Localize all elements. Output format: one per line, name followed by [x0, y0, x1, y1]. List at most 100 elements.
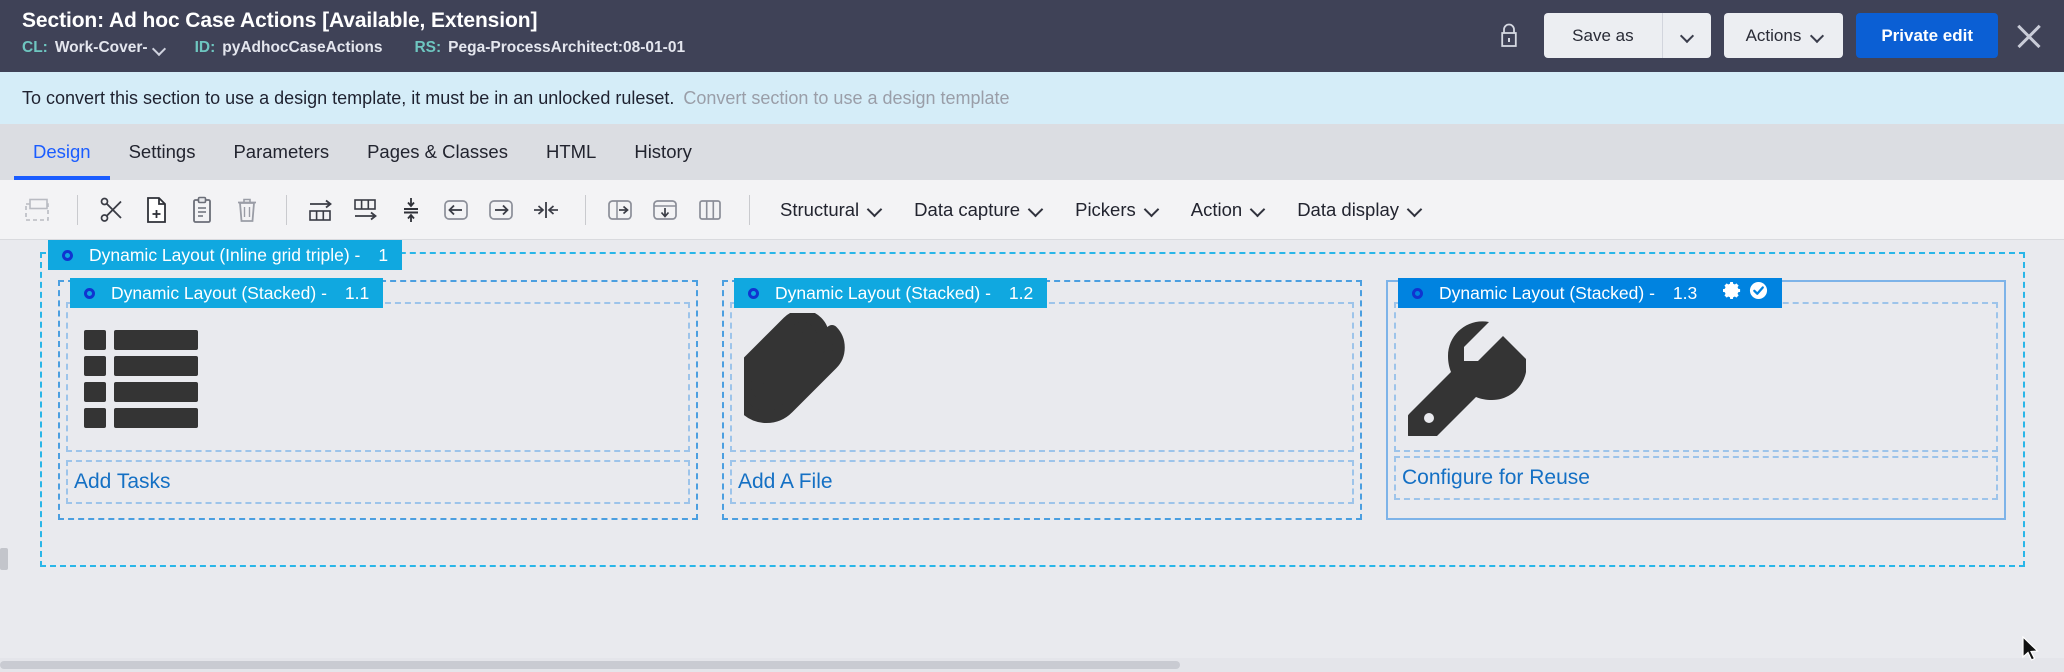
layout-1-1-number: 1.1 — [344, 282, 370, 303]
insert-row-after-icon[interactable] — [301, 190, 341, 230]
move-left-icon[interactable] — [436, 190, 476, 230]
actions-button[interactable]: Actions — [1723, 13, 1844, 58]
gear-icon[interactable] — [1723, 281, 1742, 305]
merge-cells-icon[interactable] — [526, 190, 566, 230]
layout-header-1-2[interactable]: Dynamic Layout (Stacked) - 1.2 — [734, 278, 1048, 308]
tab-settings[interactable]: Settings — [110, 124, 215, 180]
add-a-file-link[interactable]: Add A File — [738, 470, 833, 494]
chevron-down-icon — [1030, 206, 1043, 214]
split-columns-icon[interactable] — [690, 190, 730, 230]
chevron-down-icon — [1681, 32, 1693, 39]
layout-1-3-icon-cell[interactable] — [1394, 302, 1998, 452]
tab-history[interactable]: History — [615, 124, 711, 180]
layout-1-3-link-cell[interactable]: Configure for Reuse — [1394, 456, 1998, 500]
tab-parameters[interactable]: Parameters — [214, 124, 348, 180]
configure-for-reuse-link[interactable]: Configure for Reuse — [1402, 466, 1590, 490]
layout-header-1-1[interactable]: Dynamic Layout (Stacked) - 1.1 — [70, 278, 384, 308]
ruleset-value: Pega-ProcessArchitect:08-01-01 — [448, 39, 686, 56]
select-all-icon[interactable] — [18, 190, 58, 230]
save-as-split-button: Save as — [1544, 13, 1711, 58]
layout-stacked-1-3[interactable]: Configure for Reuse — [1386, 280, 2006, 520]
paperclip-icon — [730, 309, 862, 442]
layout-1-label: Dynamic Layout (Inline grid triple) - — [89, 244, 361, 265]
layout-1-1-icon-cell[interactable] — [66, 302, 690, 452]
layout-1-2-number: 1.2 — [1008, 282, 1034, 303]
layout-1-3-number: 1.3 — [1672, 282, 1698, 303]
copy-new-icon[interactable] — [137, 190, 177, 230]
layout-1-2-link-cell[interactable]: Add A File — [730, 460, 1354, 504]
chevron-down-icon[interactable] — [154, 44, 167, 52]
move-right-icon[interactable] — [481, 190, 521, 230]
rule-header: Section: Ad hoc Case Actions [Available,… — [0, 0, 2064, 72]
layout-1-2-icon-cell[interactable] — [730, 302, 1354, 452]
header-actions: Save as Actions Private edit — [1496, 13, 2046, 58]
tab-design[interactable]: Design — [14, 124, 110, 180]
mouse-cursor — [2022, 635, 2042, 662]
cut-icon[interactable] — [92, 190, 132, 230]
layout-handle-icon — [1412, 287, 1423, 299]
design-canvas: Dynamic Layout (Inline grid triple) - 1 — [0, 240, 2064, 588]
layout-1-1-label: Dynamic Layout (Stacked) - — [111, 282, 327, 303]
toolbar-divider — [585, 194, 586, 225]
layout-1-number: 1 — [378, 244, 389, 265]
layout-1-3-label: Dynamic Layout (Stacked) - — [1439, 282, 1655, 303]
design-toolbar: Structural Data capture Pickers Action D… — [0, 180, 2064, 240]
check-circle-icon[interactable] — [1749, 281, 1768, 305]
layout-header-1-3[interactable]: Dynamic Layout (Stacked) - 1.3 — [1398, 278, 1783, 308]
horizontal-scrollbar-thumb[interactable] — [0, 661, 1180, 669]
chevron-down-icon — [1252, 206, 1265, 214]
convert-section-link[interactable]: Convert section to use a design template — [683, 88, 1009, 109]
layout-header-1[interactable]: Dynamic Layout (Inline grid triple) - 1 — [48, 240, 403, 270]
paste-icon[interactable] — [182, 190, 222, 230]
menu-action-label: Action — [1190, 198, 1243, 220]
save-as-button[interactable]: Save as — [1544, 13, 1662, 58]
tab-pages-and-classes[interactable]: Pages & Classes — [348, 124, 527, 180]
lock-icon[interactable] — [1496, 21, 1522, 51]
menu-pickers[interactable]: Pickers — [1059, 199, 1175, 221]
left-pane-resize-handle[interactable] — [0, 548, 8, 570]
menu-structural[interactable]: Structural — [764, 199, 898, 221]
layout-1-3-header-icons — [1723, 281, 1768, 305]
menu-data-capture-label: Data capture — [914, 198, 1021, 220]
info-banner: To convert this section to use a design … — [0, 72, 2064, 124]
page-title: Section: Ad hoc Case Actions [Available,… — [22, 9, 538, 32]
menu-data-display[interactable]: Data display — [1281, 199, 1438, 221]
class-value: Work-Cover- — [54, 39, 148, 56]
layout-1-2-label: Dynamic Layout (Stacked) - — [775, 282, 991, 303]
id-label: ID: — [194, 39, 216, 56]
chevron-down-icon — [1811, 32, 1823, 39]
header-left: Section: Ad hoc Case Actions [Available,… — [22, 0, 691, 57]
ruleset-label: RS: — [414, 39, 442, 56]
layout-stacked-1-2[interactable]: Add A File — [722, 280, 1362, 520]
toolbar-divider — [286, 194, 287, 225]
add-tasks-link[interactable]: Add Tasks — [74, 470, 171, 494]
menu-structural-label: Structural — [780, 198, 860, 220]
rule-meta: CL: Work-Cover- ID: pyAdhocCaseActions R… — [22, 39, 691, 57]
menu-data-capture[interactable]: Data capture — [898, 199, 1059, 221]
menu-action[interactable]: Action — [1175, 199, 1281, 221]
menu-pickers-label: Pickers — [1075, 198, 1136, 220]
save-as-dropdown-button[interactable] — [1661, 13, 1711, 58]
private-edit-button[interactable]: Private edit — [1856, 13, 1998, 58]
close-icon[interactable] — [2012, 19, 2046, 53]
horizontal-scrollbar[interactable] — [0, 658, 2064, 672]
split-down-icon[interactable] — [645, 190, 685, 230]
chevron-down-icon — [1146, 206, 1159, 214]
wrench-icon — [1404, 314, 1527, 443]
layout-handle-icon — [84, 287, 95, 299]
toolbar-divider — [77, 194, 78, 225]
info-banner-message: To convert this section to use a design … — [22, 87, 675, 108]
tab-bar: Design Settings Parameters Pages & Class… — [0, 124, 2064, 180]
id-value: pyAdhocCaseActions — [222, 39, 383, 56]
layout-1-1-link-cell[interactable]: Add Tasks — [66, 460, 690, 504]
layout-stacked-1-1[interactable]: Add Tasks — [58, 280, 698, 520]
task-list-icon — [80, 320, 200, 435]
distribute-vertical-icon[interactable] — [391, 190, 431, 230]
split-right-icon[interactable] — [600, 190, 640, 230]
tab-html[interactable]: HTML — [527, 124, 615, 180]
delete-icon[interactable] — [227, 190, 267, 230]
insert-column-after-icon[interactable] — [346, 190, 386, 230]
menu-data-display-label: Data display — [1297, 198, 1399, 220]
toolbar-divider — [749, 194, 750, 225]
chevron-down-icon — [1409, 206, 1422, 214]
